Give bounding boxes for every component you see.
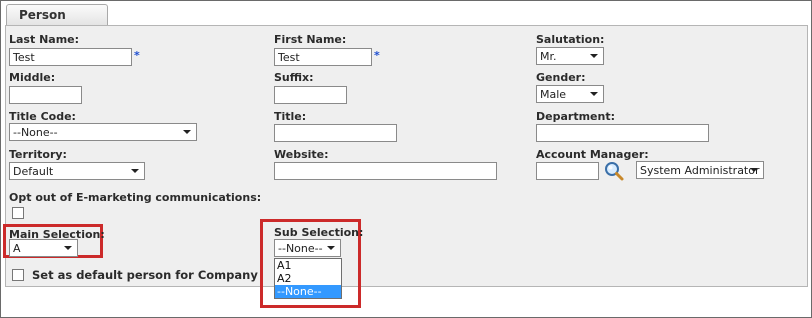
main-selection-select[interactable]: A bbox=[9, 239, 78, 257]
sub-selection-label: Sub Selection: bbox=[274, 226, 364, 239]
salutation-value: Mr. bbox=[540, 50, 557, 63]
department-label: Department: bbox=[536, 110, 615, 123]
territory-value: Default bbox=[13, 165, 54, 178]
website-label: Website: bbox=[274, 148, 329, 161]
dropdown-option-a2[interactable]: A2 bbox=[275, 272, 341, 285]
chevron-down-icon bbox=[183, 130, 191, 134]
main-selection-value: A bbox=[13, 242, 21, 255]
dropdown-option-a1[interactable]: A1 bbox=[275, 259, 341, 272]
opt-out-checkbox[interactable] bbox=[12, 207, 24, 219]
person-form-panel: Last Name: Test * Middle: Title Code: --… bbox=[3, 25, 808, 308]
default-person-label: Set as default person for Company bbox=[32, 268, 258, 282]
title-code-value: --None-- bbox=[13, 126, 58, 139]
department-field[interactable] bbox=[536, 124, 709, 142]
last-name-field[interactable]: Test bbox=[9, 48, 132, 66]
sub-selection-dropdown: A1 A2 --None-- bbox=[274, 258, 342, 299]
account-manager-label: Account Manager: bbox=[536, 148, 649, 161]
title-label: Title: bbox=[274, 110, 307, 123]
required-indicator: * bbox=[134, 49, 140, 62]
gender-value: Male bbox=[540, 88, 567, 101]
title-field[interactable] bbox=[274, 124, 397, 142]
title-code-select[interactable]: --None-- bbox=[9, 123, 197, 141]
middle-field[interactable] bbox=[9, 86, 82, 104]
first-name-field[interactable]: Test bbox=[274, 48, 372, 66]
chevron-down-icon bbox=[590, 92, 598, 96]
first-name-label: First Name: bbox=[274, 33, 347, 46]
territory-label: Territory: bbox=[9, 148, 67, 161]
suffix-label: Suffix: bbox=[274, 71, 314, 84]
gender-select[interactable]: Male bbox=[536, 85, 604, 103]
chevron-down-icon bbox=[590, 54, 598, 58]
dropdown-option-none[interactable]: --None-- bbox=[275, 285, 341, 298]
last-name-label: Last Name: bbox=[9, 33, 80, 46]
suffix-field[interactable] bbox=[274, 86, 347, 104]
sub-selection-value: --None-- bbox=[278, 242, 323, 255]
sub-selection-select[interactable]: --None-- bbox=[274, 239, 341, 257]
tab-person[interactable]: Person bbox=[6, 4, 108, 26]
account-manager-field[interactable] bbox=[536, 162, 599, 180]
magnifier-search-icon[interactable] bbox=[603, 160, 625, 182]
title-code-label: Title Code: bbox=[9, 110, 76, 123]
account-manager-select-value: System Administrator bbox=[640, 164, 760, 177]
chevron-down-icon bbox=[131, 169, 139, 173]
chevron-down-icon bbox=[327, 246, 335, 250]
gender-label: Gender: bbox=[536, 71, 586, 84]
default-person-checkbox[interactable] bbox=[12, 269, 24, 281]
required-indicator: * bbox=[374, 49, 380, 62]
chevron-down-icon bbox=[750, 168, 758, 172]
opt-out-label: Opt out of E-marketing communications: bbox=[9, 191, 262, 204]
website-field[interactable] bbox=[274, 162, 497, 180]
middle-label: Middle: bbox=[9, 71, 56, 84]
salutation-label: Salutation: bbox=[536, 33, 605, 46]
chevron-down-icon bbox=[64, 246, 72, 250]
form-frame: Person Last Name: Test * Middle: Title C… bbox=[0, 0, 812, 318]
account-manager-select[interactable]: System Administrator bbox=[636, 161, 764, 179]
salutation-select[interactable]: Mr. bbox=[536, 47, 604, 65]
territory-select[interactable]: Default bbox=[9, 162, 145, 180]
